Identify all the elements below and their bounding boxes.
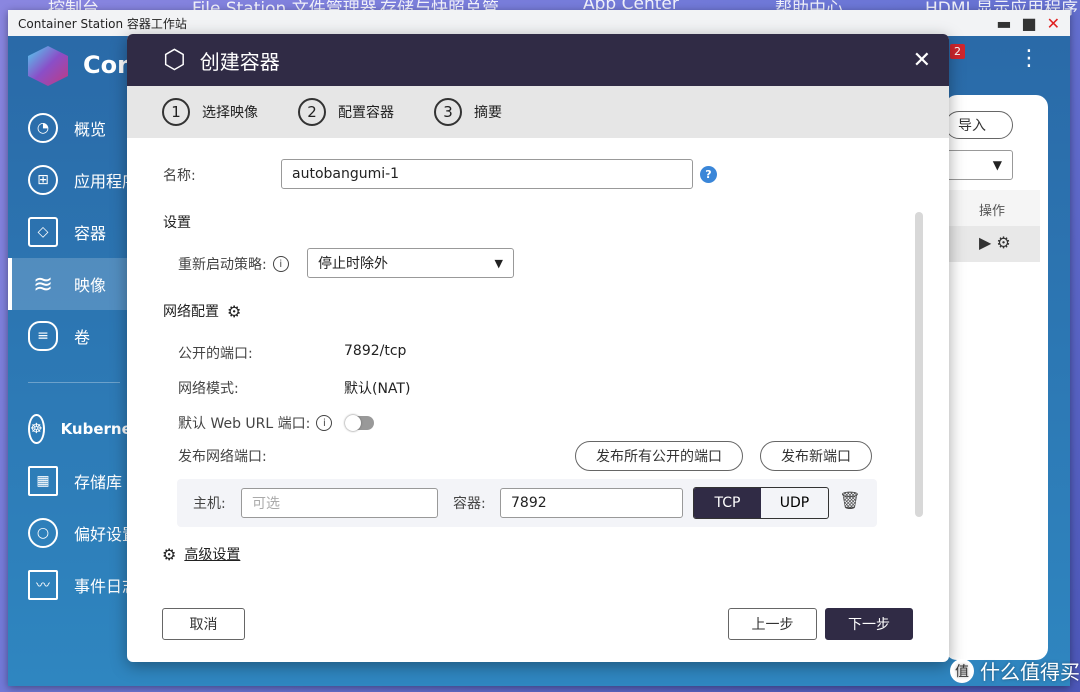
dialog-header: ⬡ 创建容器 ✕ — [127, 34, 949, 86]
step-select-image: 1 选择映像 — [162, 98, 258, 126]
sidebar-item-preferences[interactable]: ○ 偏好设置 — [8, 507, 138, 559]
notification-badge: 2 — [950, 44, 965, 59]
container-station-logo — [28, 46, 68, 86]
publish-new-port-button[interactable]: 发布新端口 — [760, 441, 872, 471]
close-window-button[interactable]: ✕ — [1047, 14, 1060, 33]
maximize-button[interactable]: ■ — [1021, 14, 1036, 33]
scrollbar[interactable] — [915, 212, 923, 517]
sidebar-item-volumes[interactable]: ≡ 卷 — [8, 310, 138, 362]
window-title: Container Station 容器工作站 — [18, 16, 187, 31]
gear-icon[interactable]: ⚙ — [227, 302, 241, 321]
web-url-port-label: 默认 Web URL 端口: — [178, 416, 311, 432]
cube-icon: ⬡ — [163, 45, 186, 75]
sidebar-item-images[interactable]: ≋ 映像 — [8, 258, 138, 310]
sidebar-item-apps[interactable]: ⊞ 应用程序 — [8, 154, 138, 206]
publish-all-ports-button[interactable]: 发布所有公开的端口 — [575, 441, 743, 471]
container-port-label: 容器: — [453, 496, 486, 512]
protocol-toggle: TCP UDP — [693, 487, 829, 519]
step-label: 摘要 — [474, 105, 502, 121]
apps-icon: ⊞ — [28, 165, 58, 195]
publish-ports-label: 发布网络端口: — [178, 449, 267, 465]
info-icon[interactable]: i — [272, 256, 289, 272]
web-url-port-toggle[interactable] — [345, 415, 375, 431]
step-label: 选择映像 — [202, 105, 258, 121]
protocol-udp[interactable]: UDP — [761, 488, 828, 518]
advanced-settings-link[interactable]: 高级设置 — [184, 544, 240, 564]
network-heading: 网络配置 — [163, 304, 219, 320]
images-panel: 导入 ▼ 操作 ▶ ⚙ — [945, 95, 1048, 660]
column-header-actions: 操作 — [945, 190, 1040, 226]
wizard-steps: 1 选择映像 2 配置容器 3 摘要 — [127, 86, 949, 138]
network-mode-label: 网络模式: — [178, 381, 239, 397]
port-mapping-row: 主机: 可选 容器: 7892 TCP UDP 🗑 — [177, 479, 877, 527]
sidebar-item-containers[interactable]: ◇ 容器 — [8, 206, 138, 258]
restart-policy-select[interactable]: 停止时除外 ▼ — [307, 248, 514, 278]
dialog-title: 创建容器 — [199, 49, 280, 74]
sidebar-item-overview[interactable]: ◔ 概览 — [8, 102, 138, 154]
watermark-badge: 值 — [950, 658, 974, 683]
settings-heading: 设置 — [163, 215, 191, 231]
next-button[interactable]: 下一步 — [825, 608, 913, 640]
minimize-button[interactable]: ▬ — [996, 14, 1011, 33]
exposed-port-value: 7892/tcp — [344, 343, 407, 359]
helm-icon: ☸ — [28, 414, 45, 444]
step-number: 2 — [298, 98, 326, 126]
host-port-input[interactable]: 可选 — [252, 493, 280, 513]
sidebar-item-event-log[interactable]: 〰事件日志 — [8, 559, 138, 611]
close-dialog-button[interactable]: ✕ — [913, 48, 931, 73]
gauge-icon: ◔ — [28, 113, 58, 143]
back-button[interactable]: 上一步 — [728, 608, 817, 640]
step-number: 1 — [162, 98, 190, 126]
help-icon[interactable]: ? — [700, 166, 717, 183]
step-label: 配置容器 — [338, 105, 394, 121]
sidebar: ◔ 概览 ⊞ 应用程序 ◇ 容器 ≋ 映像 ≡ 卷 ☸ Kubernetes ▦ 存储库 ○ 偏… — [8, 102, 158, 611]
table-row[interactable]: ▶ ⚙ — [945, 226, 1040, 262]
exposed-port-label: 公开的端口: — [178, 346, 253, 362]
step-summary: 3 摘要 — [434, 98, 502, 126]
container-port-input[interactable]: 7892 — [500, 488, 683, 518]
info-icon[interactable]: i — [316, 415, 333, 431]
sidebar-item-label: 概览 — [74, 120, 107, 139]
name-label: 名称: — [163, 168, 196, 184]
host-port-label: 主机: — [193, 496, 226, 512]
cube-icon: ◇ — [28, 217, 58, 247]
restart-policy-label: 重新启动策略: — [178, 257, 267, 273]
gear-icon: ⚙ — [162, 544, 177, 564]
sidebar-divider — [28, 382, 120, 383]
repository-icon: ▦ — [28, 466, 58, 496]
sidebar-item-label: 存储库 — [74, 473, 123, 492]
sidebar-item-kubernetes[interactable]: ☸ Kubernetes — [8, 403, 158, 455]
cancel-button[interactable]: 取消 — [162, 608, 245, 640]
settings-icon: ○ — [28, 518, 58, 548]
import-button[interactable]: 导入 — [945, 111, 1013, 139]
sidebar-item-label: 容器 — [74, 224, 107, 243]
gear-icon[interactable]: ⚙ — [996, 233, 1010, 252]
trash-icon[interactable]: 🗑 — [839, 491, 861, 511]
step-number: 3 — [434, 98, 462, 126]
step-configure-container: 2 配置容器 — [298, 98, 394, 126]
name-input[interactable]: autobangumi-1 — [281, 159, 693, 189]
create-container-dialog: ⬡ 创建容器 ✕ 1 选择映像 2 配置容器 3 摘要 名称: autobangumi… — [127, 34, 949, 662]
sidebar-item-label: 映像 — [74, 276, 107, 295]
network-mode-value: 默认(NAT) — [344, 381, 411, 397]
more-menu-icon[interactable]: ⋮ — [1018, 46, 1040, 71]
watermark-text: 什么值得买 — [980, 660, 1080, 684]
filter-dropdown[interactable]: ▼ — [945, 150, 1013, 180]
import-label: 导入 — [958, 118, 986, 134]
sidebar-item-repository[interactable]: ▦ 存储库 — [8, 455, 138, 507]
restart-policy-value: 停止时除外 — [318, 256, 388, 272]
protocol-tcp[interactable]: TCP — [694, 488, 761, 518]
log-icon: 〰 — [28, 570, 58, 600]
watermark: 值什么值得买 — [950, 656, 1080, 685]
play-icon[interactable]: ▶ — [979, 233, 991, 252]
window-titlebar[interactable]: Container Station 容器工作站 ▬ ■ ✕ — [8, 10, 1070, 36]
caret-down-icon: ▼ — [494, 256, 503, 270]
database-icon: ≡ — [28, 321, 58, 351]
layers-icon: ≋ — [32, 270, 54, 298]
sidebar-item-label: 卷 — [74, 328, 91, 347]
